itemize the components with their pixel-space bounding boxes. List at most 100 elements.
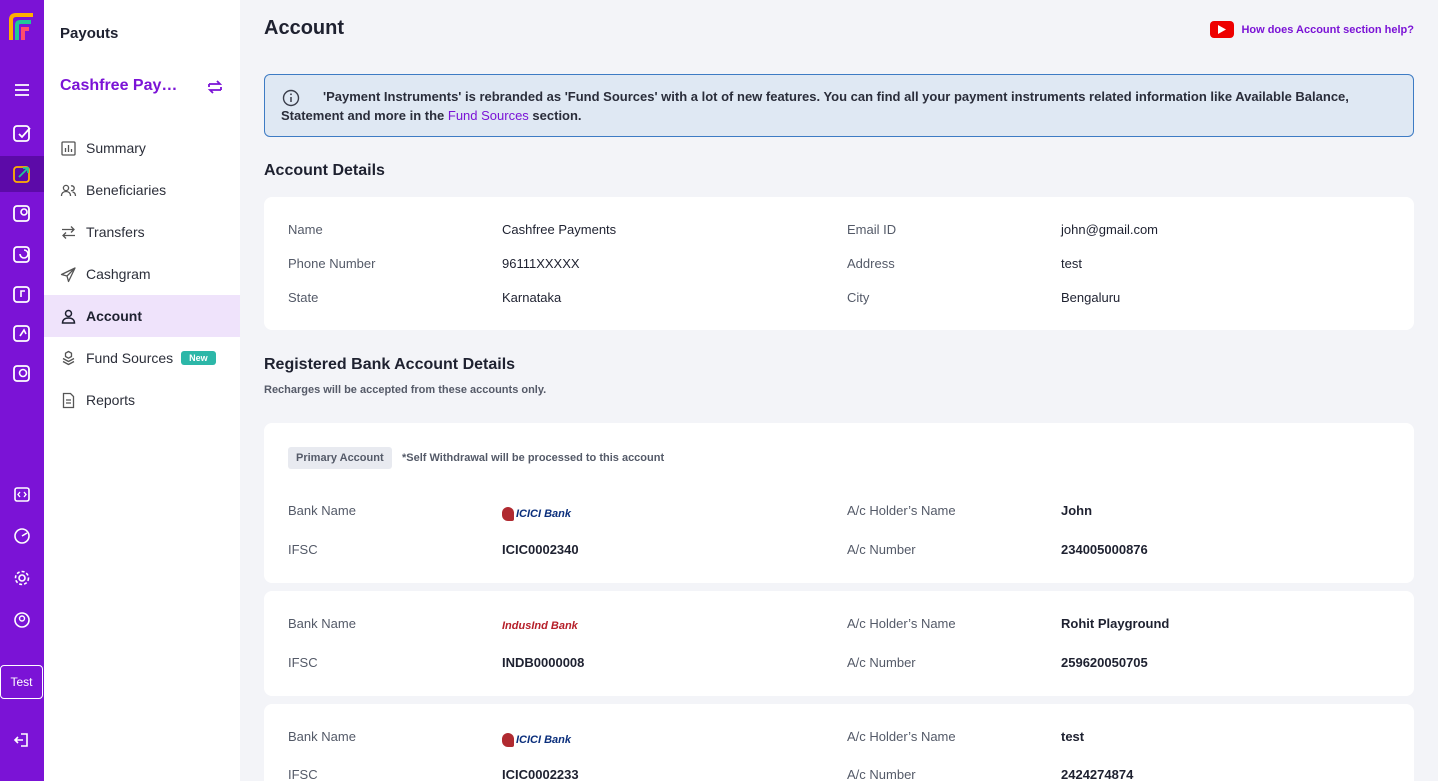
account-number-value: 259620050705 bbox=[1061, 655, 1148, 670]
info-icon bbox=[282, 89, 300, 107]
bank-name-label: Bank Name bbox=[288, 616, 356, 631]
switch-merchant-icon[interactable] bbox=[206, 78, 224, 96]
bank-name-label: Bank Name bbox=[288, 729, 356, 744]
payment-links-icon[interactable] bbox=[0, 276, 44, 312]
ifsc-label: IFSC bbox=[288, 767, 318, 781]
bank-details-note: Recharges will be accepted from these ac… bbox=[264, 384, 547, 396]
bank-logo-text: ICICI Bank bbox=[516, 734, 572, 746]
sidebar-item-label: Cashgram bbox=[86, 266, 151, 282]
environment-badge[interactable]: Test bbox=[0, 665, 43, 699]
sidebar-item-label: Reports bbox=[86, 392, 136, 408]
app-rail: Test bbox=[0, 0, 44, 781]
page-title: Account bbox=[264, 17, 344, 39]
arrows-icon bbox=[62, 225, 75, 239]
state-label: State bbox=[288, 290, 319, 305]
bank-details-heading: Registered Bank Account Details bbox=[264, 356, 516, 373]
bank-account-card: Primary Account *Self Withdrawal will be… bbox=[264, 423, 1414, 583]
ifsc-label: IFSC bbox=[288, 655, 318, 670]
sidebar-item-transfers[interactable]: Transfers bbox=[44, 211, 240, 253]
account-number-value: 234005000876 bbox=[1061, 542, 1148, 557]
ifsc-value: ICIC0002340 bbox=[502, 542, 579, 557]
account-number-value: 2424274874 bbox=[1061, 767, 1134, 781]
user-icon bbox=[61, 309, 76, 324]
sidebar-item-label: Beneficiaries bbox=[86, 182, 167, 198]
sidebar-item-account[interactable]: Account bbox=[44, 295, 240, 337]
ifsc-value: ICIC0002233 bbox=[502, 767, 579, 781]
email-value: john@gmail.com bbox=[1061, 222, 1159, 237]
city-label: City bbox=[847, 290, 870, 305]
state-value: Karnataka bbox=[502, 290, 562, 305]
sidebar-item-label: Transfers bbox=[86, 224, 145, 240]
ifsc-label: IFSC bbox=[288, 542, 318, 557]
indusind-bank-logo: IndusInd Bank bbox=[502, 618, 578, 634]
primary-account-note: *Self Withdrawal will be processed to th… bbox=[402, 452, 665, 464]
main-content: Account How does Account section help? '… bbox=[240, 0, 1438, 781]
subscriptions-icon[interactable] bbox=[0, 236, 44, 272]
fund-sources-link[interactable]: Fund Sources bbox=[448, 108, 529, 123]
ifsc-value: INDB0000008 bbox=[502, 655, 585, 670]
youtube-icon bbox=[1210, 21, 1235, 38]
verification-icon[interactable] bbox=[0, 195, 44, 231]
holder-name-value: Rohit Playground bbox=[1061, 616, 1170, 631]
sidebar: Payouts Cashfree Payments Summary Benefi… bbox=[44, 0, 240, 781]
bank-account-card: Bank Name IndusInd Bank A/c Holder’s Nam… bbox=[264, 591, 1414, 696]
send-icon bbox=[60, 266, 76, 282]
holder-name-label: A/c Holder’s Name bbox=[847, 503, 956, 518]
name-value: Cashfree Payments bbox=[502, 222, 617, 237]
sidebar-item-label: Summary bbox=[86, 140, 146, 156]
invoices-icon[interactable] bbox=[0, 315, 44, 351]
info-banner: 'Payment Instruments' is rebranded as 'F… bbox=[264, 74, 1414, 137]
phone-value: 96111XXXXX bbox=[502, 256, 580, 271]
address-value: test bbox=[1061, 256, 1082, 271]
account-details-heading: Account Details bbox=[264, 162, 385, 179]
help-link[interactable]: How does Account section help? bbox=[1210, 21, 1414, 38]
icici-bank-logo: ICICI Bank bbox=[502, 732, 571, 748]
sidebar-item-label: Fund Sources bbox=[86, 350, 174, 366]
account-number-label: A/c Number bbox=[847, 542, 916, 557]
sidebar-item-summary[interactable]: Summary bbox=[44, 127, 240, 169]
payouts-icon[interactable] bbox=[0, 156, 44, 192]
icici-mark-icon bbox=[502, 507, 514, 521]
info-banner-text: 'Payment Instruments' is rebranded as 'F… bbox=[281, 87, 1373, 125]
holder-name-value: test bbox=[1061, 729, 1085, 744]
sidebar-item-cashgram[interactable]: Cashgram bbox=[44, 253, 240, 295]
sidebar-title: Payouts bbox=[60, 25, 119, 42]
stack-icon bbox=[62, 350, 75, 365]
icici-mark-icon bbox=[502, 733, 514, 747]
info-text-before: 'Payment Instruments' is rebranded as 'F… bbox=[281, 89, 1349, 123]
info-text-after: section. bbox=[528, 108, 582, 123]
logout-icon[interactable] bbox=[0, 722, 44, 758]
payment-gateway-icon[interactable] bbox=[0, 115, 44, 151]
bank-name-label: Bank Name bbox=[288, 503, 356, 518]
bar-chart-icon bbox=[61, 140, 76, 156]
sidebar-item-beneficiaries[interactable]: Beneficiaries bbox=[44, 169, 240, 211]
city-value: Bengaluru bbox=[1061, 290, 1121, 305]
cashfree-logo[interactable] bbox=[7, 12, 37, 42]
analytics-icon[interactable] bbox=[0, 518, 44, 554]
address-label: Address bbox=[847, 256, 895, 271]
document-icon bbox=[62, 392, 75, 408]
sidebar-item-fund-sources[interactable]: Fund Sources New bbox=[44, 337, 240, 379]
name-label: Name bbox=[288, 222, 323, 237]
phone-label: Phone Number bbox=[288, 256, 376, 271]
new-badge: New bbox=[181, 351, 216, 365]
holder-name-label: A/c Holder’s Name bbox=[847, 616, 956, 631]
developers-icon[interactable] bbox=[0, 476, 44, 512]
sidebar-item-reports[interactable]: Reports bbox=[44, 379, 240, 421]
primary-account-tag: Primary Account bbox=[288, 447, 392, 469]
account-number-label: A/c Number bbox=[847, 767, 916, 781]
account-number-label: A/c Number bbox=[847, 655, 916, 670]
bank-logo-text: IndusInd Bank bbox=[502, 620, 578, 632]
icici-bank-logo: ICICI Bank bbox=[502, 506, 571, 522]
holder-name-value: John bbox=[1061, 503, 1093, 518]
bank-logo-text: ICICI Bank bbox=[516, 508, 572, 520]
account-details-card: Name Cashfree Payments Email ID john@gma… bbox=[264, 197, 1414, 330]
settings-gear-icon[interactable] bbox=[0, 560, 44, 596]
bank-account-card: Bank Name ICICI Bank A/c Holder’s Name t… bbox=[264, 704, 1414, 781]
users-icon bbox=[60, 184, 77, 196]
merchant-name[interactable]: Cashfree Payments bbox=[60, 77, 185, 95]
settlements-icon[interactable] bbox=[0, 355, 44, 391]
help-link-text[interactable]: How does Account section help? bbox=[1241, 24, 1414, 36]
menu-icon[interactable] bbox=[0, 72, 44, 108]
profile-icon[interactable] bbox=[0, 602, 44, 638]
